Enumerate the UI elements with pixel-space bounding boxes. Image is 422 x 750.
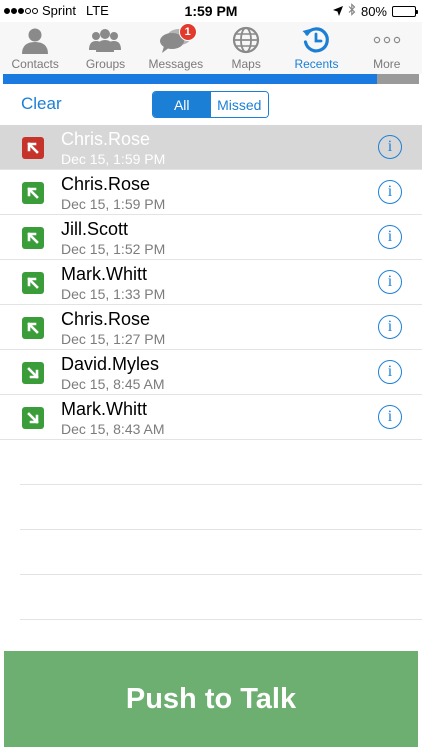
status-right: 80% [332, 3, 418, 19]
clear-button[interactable]: Clear [21, 94, 62, 114]
recent-row[interactable]: Chris.Rose Dec 15, 1:59 PM i [0, 125, 422, 170]
outgoing-call-icon [22, 272, 44, 294]
tab-messages-label: Messages [148, 57, 204, 71]
empty-row [20, 440, 422, 485]
recent-row[interactable]: Chris.Rose Dec 15, 1:59 PM i [0, 170, 422, 215]
tab-recents[interactable]: Recents [281, 22, 351, 74]
outgoing-call-icon [22, 317, 44, 339]
incoming-call-icon [22, 407, 44, 429]
outgoing-call-icon [22, 227, 44, 249]
empty-row [20, 485, 422, 530]
info-icon[interactable]: i [378, 225, 402, 249]
more-icon [370, 25, 404, 55]
battery-icon [392, 5, 418, 17]
tab-more[interactable]: More [352, 22, 422, 74]
contact-name: David.Myles [61, 354, 160, 374]
recents-list: Chris.Rose Dec 15, 1:59 PM i Chris.Rose … [0, 125, 422, 620]
groups-icon [88, 25, 122, 55]
contact-name: Jill.Scott [61, 219, 129, 239]
recents-icon [299, 25, 333, 55]
call-time: Dec 15, 8:45 AM [61, 376, 165, 392]
contact-name: Mark.Whitt [61, 399, 148, 419]
segment-missed[interactable]: Missed [210, 92, 268, 117]
tab-groups[interactable]: Groups [70, 22, 140, 74]
push-to-talk-button[interactable]: Push to Talk [4, 651, 418, 747]
contact-name: Chris.Rose [61, 174, 151, 194]
contact-name: Mark.Whitt [61, 264, 148, 284]
messages-badge: 1 [178, 23, 197, 41]
call-time: Dec 15, 1:52 PM [61, 241, 166, 257]
call-time: Dec 15, 1:59 PM [61, 151, 166, 167]
tab-maps-label: Maps [231, 57, 261, 71]
empty-row [20, 530, 422, 575]
recent-row[interactable]: David.Myles Dec 15, 8:45 AM i [0, 350, 422, 395]
info-icon[interactable]: i [378, 360, 402, 384]
contact-name: Chris.Rose [61, 129, 151, 149]
segment-all[interactable]: All [153, 92, 211, 117]
call-time: Dec 15, 1:33 PM [61, 286, 166, 302]
tab-recents-label: Recents [294, 57, 339, 71]
tab-maps[interactable]: Maps [211, 22, 281, 74]
info-icon[interactable]: i [378, 270, 402, 294]
incoming-call-icon [22, 362, 44, 384]
contacts-icon [18, 25, 52, 55]
tab-messages[interactable]: 1 Messages [141, 22, 211, 74]
outgoing-call-icon [22, 182, 44, 204]
recent-row[interactable]: Mark.Whitt Dec 15, 8:43 AM i [0, 395, 422, 440]
info-icon[interactable]: i [378, 315, 402, 339]
status-bar: Sprint LTE 1:59 PM 80% [0, 0, 422, 22]
recent-row[interactable]: Jill.Scott Dec 15, 1:52 PM i [0, 215, 422, 260]
location-arrow-icon [332, 4, 343, 19]
info-icon[interactable]: i [378, 405, 402, 429]
call-time: Dec 15, 1:59 PM [61, 196, 166, 212]
call-time: Dec 15, 8:43 AM [61, 421, 165, 437]
call-time: Dec 15, 1:27 PM [61, 331, 166, 347]
tab-groups-label: Groups [85, 57, 126, 71]
contact-name: Chris.Rose [61, 309, 151, 329]
info-icon[interactable]: i [378, 135, 402, 159]
progress-fill [3, 74, 378, 84]
empty-row [20, 575, 422, 620]
info-icon[interactable]: i [378, 180, 402, 204]
missed-call-icon [22, 137, 44, 159]
progress-bar [3, 74, 419, 84]
tab-more-label: More [373, 57, 401, 71]
tab-bar: Contacts Groups 1 Messages Maps Recents … [0, 22, 422, 74]
battery-percent: 80% [360, 3, 387, 19]
tab-contacts-label: Contacts [11, 57, 59, 71]
globe-icon [229, 25, 263, 55]
recent-row[interactable]: Chris.Rose Dec 15, 1:27 PM i [0, 305, 422, 350]
recent-row[interactable]: Mark.Whitt Dec 15, 1:33 PM i [0, 260, 422, 305]
filter-segmented-control: All Missed [152, 91, 269, 118]
tab-contacts[interactable]: Contacts [0, 22, 70, 74]
bluetooth-icon [348, 3, 356, 19]
